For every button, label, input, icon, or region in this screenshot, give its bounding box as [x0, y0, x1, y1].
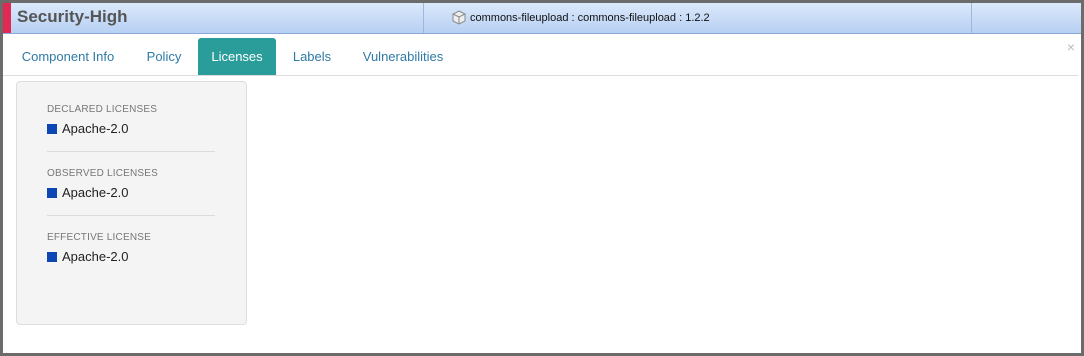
effective-license-section: EFFECTIVE LICENSE Apache-2.0	[47, 232, 215, 264]
title-bar-divider	[971, 3, 972, 33]
tab-policy[interactable]: Policy	[135, 38, 193, 75]
tab-vulnerabilities[interactable]: Vulnerabilities	[349, 38, 457, 75]
component-detail-dialog: Security-High commons-fileupload : commo…	[3, 3, 1081, 353]
license-item: Apache-2.0	[47, 185, 215, 200]
tab-component-info[interactable]: Component Info	[7, 38, 129, 75]
license-name: Apache-2.0	[62, 249, 129, 264]
severity-indicator	[3, 3, 11, 33]
declared-licenses-section: DECLARED LICENSES Apache-2.0	[47, 104, 215, 136]
license-swatch	[47, 251, 57, 262]
license-swatch	[47, 123, 57, 134]
component-identifier: commons-fileupload : commons-fileupload …	[451, 6, 710, 30]
license-swatch	[47, 187, 57, 198]
declared-licenses-heading: DECLARED LICENSES	[47, 104, 158, 115]
license-name: Apache-2.0	[62, 185, 129, 200]
observed-licenses-section: OBSERVED LICENSES Apache-2.0	[47, 168, 215, 200]
license-name: Apache-2.0	[62, 121, 129, 136]
component-coordinates: commons-fileupload : commons-fileupload …	[470, 12, 710, 24]
license-item: Apache-2.0	[47, 249, 215, 264]
observed-licenses-heading: OBSERVED LICENSES	[47, 168, 159, 179]
tab-bar: Component Info Policy Licenses Labels Vu…	[3, 38, 1078, 76]
license-item: Apache-2.0	[47, 121, 215, 136]
section-divider	[47, 215, 215, 216]
title-bar: Security-High commons-fileupload : commo…	[3, 3, 1081, 34]
tab-labels[interactable]: Labels	[282, 38, 342, 75]
policy-title: Security-High	[17, 7, 128, 26]
tab-licenses[interactable]: Licenses	[198, 38, 276, 75]
title-bar-divider	[423, 3, 424, 33]
section-divider	[47, 151, 215, 152]
package-icon	[451, 10, 467, 26]
license-panel: DECLARED LICENSES Apache-2.0 OBSERVED LI…	[16, 81, 247, 325]
effective-license-heading: EFFECTIVE LICENSE	[47, 232, 151, 243]
